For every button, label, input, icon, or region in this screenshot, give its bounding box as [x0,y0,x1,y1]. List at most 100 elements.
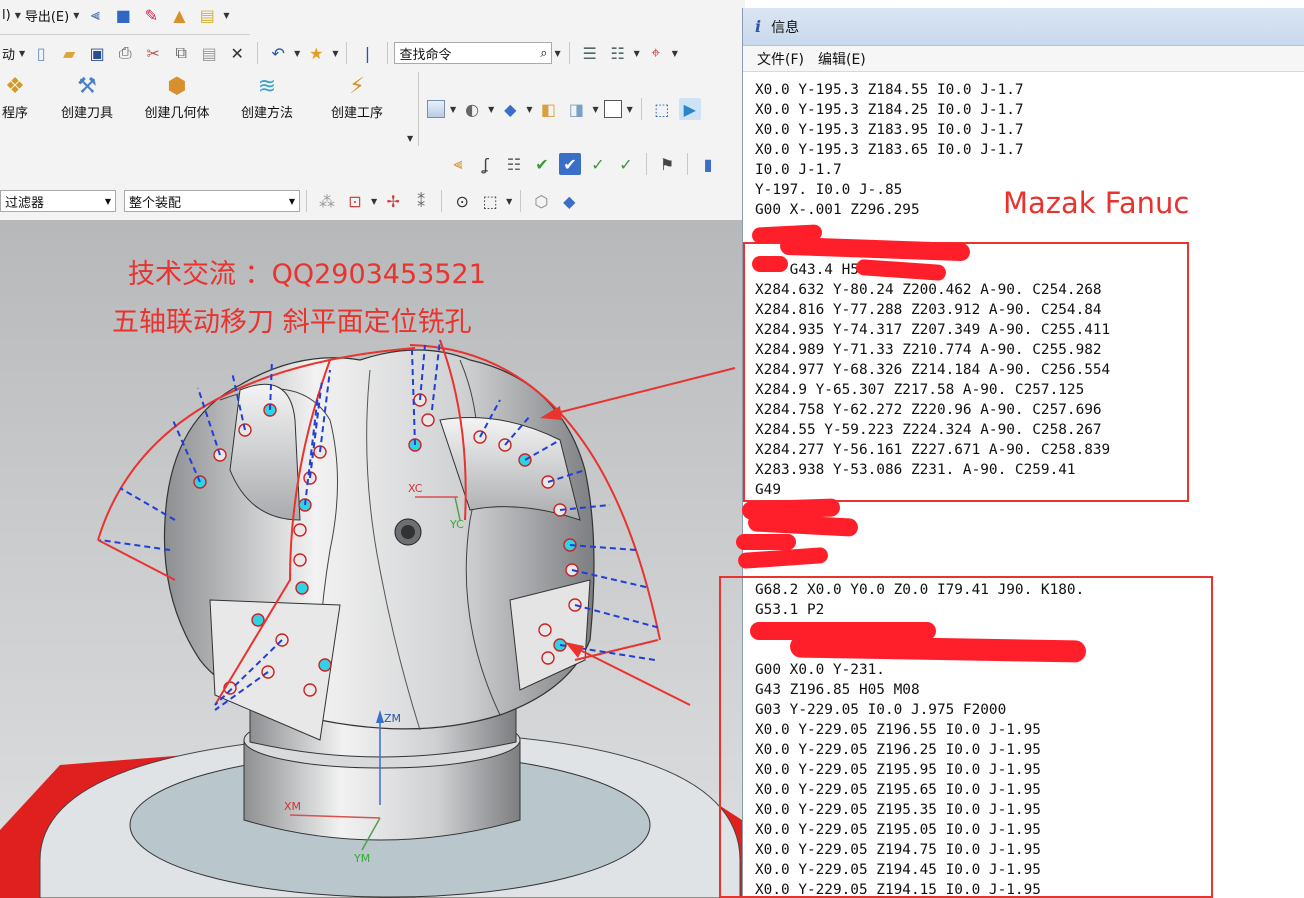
list-op-icon[interactable]: ☷ [503,153,525,175]
chevron-down-icon[interactable]: ▼ [506,197,512,206]
annotation-arrow-top [544,367,736,417]
wcs-icon[interactable]: ⌖ [645,42,667,64]
chevron-down-icon[interactable]: ▼ [554,49,560,58]
shop-doc-icon[interactable]: ▮ [697,153,719,175]
cutter-pocket [251,613,265,627]
create-operation-button[interactable]: ⚡ 创建工序 [312,74,402,121]
chevron-down-icon[interactable]: ▼ [592,105,598,114]
cutter-pocket [541,651,555,665]
operation-icon: ⚡ [349,74,365,99]
create-tool-button[interactable]: ⚒ 创建刀具 [42,74,132,121]
snap-icon[interactable]: ⁂ [316,190,338,212]
path-icon[interactable]: ʆ [475,153,497,175]
type-filter-select[interactable]: 过滤器 ▼ [0,190,116,212]
chevron-down-icon[interactable]: ▼ [19,49,25,58]
copy-icon[interactable]: ⧉ [170,42,192,64]
annotation-contact: 技术交流 ：QQ2903453521 [128,259,486,290]
redaction-scribble [736,534,796,550]
solid-block-icon[interactable]: ■ [112,4,134,26]
mill-op-icon[interactable]: ⫷ [447,153,469,175]
chevron-down-icon[interactable]: ▼ [332,49,338,58]
chevron-down-icon[interactable]: ▼ [627,105,633,114]
chevron-down-icon[interactable]: ▼ [450,105,456,114]
layer-icon[interactable]: ☰ [579,42,601,64]
delete-icon[interactable]: ✕ [226,42,248,64]
nc-code-line: X0.0 Y-195.3 Z183.95 I0.0 J-1.7 [755,122,1024,138]
chevron-down-icon[interactable]: ▼ [15,11,21,20]
orient-view-icon[interactable]: ⬚ [651,98,673,120]
menu-move-partial[interactable]: 动 [0,44,17,63]
snap-end-icon[interactable]: ✢ [382,190,404,212]
create-geometry-button[interactable]: ⬢ 创建几何体 [132,74,222,121]
chevron-down-icon[interactable]: ▼ [371,197,377,206]
solid-view-icon[interactable]: ◆ [558,190,580,212]
chevron-down-icon: ▼ [104,196,111,206]
paste-icon[interactable]: ▤ [198,42,220,64]
chevron-down-icon[interactable]: ▼ [294,49,300,58]
axis-label-zm: ZM [384,712,402,725]
view-cube-icon[interactable]: ⬡ [530,190,552,212]
chevron-down-icon[interactable]: ▼ [407,134,413,143]
section-view-icon[interactable]: ◧ [537,98,559,120]
tool-axis-vector [99,539,171,551]
nc-code-line: X0.0 Y-195.3 Z184.25 I0.0 J-1.7 [755,102,1024,118]
menu-file[interactable]: 文件(F) [757,49,804,69]
rotate-view-icon[interactable]: ◐ [461,98,483,120]
chevron-down-icon[interactable]: ▼ [634,49,640,58]
cutter-pocket [293,523,307,537]
nc-code-line: X0.0 Y-195.3 Z183.65 I0.0 J-1.7 [755,142,1024,158]
info-tool-icon[interactable]: ❘ [356,42,378,64]
part-icon[interactable]: ▲ [168,4,190,26]
assembly-value: 整个装配 [129,195,182,211]
work-layer-icon[interactable]: ▶ [678,98,701,120]
menu-export[interactable]: 导出(E) [23,6,71,25]
save-icon[interactable]: ▣ [86,42,108,64]
layer-settings-icon[interactable]: ☷ [607,42,629,64]
fit-view-icon[interactable] [427,100,445,118]
approve-icon[interactable]: ✓ [615,153,637,175]
new-file-icon[interactable]: ▯ [30,42,52,64]
annotation-arrow-bottom [569,644,691,706]
note-icon[interactable]: ▤ [196,4,218,26]
verify-icon[interactable]: ✔ [531,153,553,175]
select-point-icon[interactable]: ⊡ [344,190,366,212]
info-titlebar[interactable]: i 信息 [743,8,1304,46]
paint-tool-icon[interactable]: ✎ [140,4,162,26]
chevron-down-icon[interactable]: ▼ [672,49,678,58]
snap-mid-icon[interactable]: ⁑ [410,190,432,212]
nc-code-line: Y-197. I0.0 J-.85 [755,182,903,198]
menu-partial[interactable]: l) [0,8,13,23]
search-icon[interactable]: ⌕ [540,46,547,61]
check-tool-icon[interactable]: ✓ [587,153,609,175]
curve-tool-icon[interactable]: ⫷ [84,4,106,26]
circle-select-icon[interactable]: ⊙ [451,190,473,212]
axis-label-xc: XC [408,482,423,495]
code-block-top: X0.0 Y-195.3 Z184.55 I0.0 J-1.7 X0.0 Y-19… [755,80,1024,220]
undo-icon[interactable]: ↶ [267,42,289,64]
chevron-down-icon[interactable]: ▼ [223,11,229,20]
create-operation-label: 创建工序 [330,106,383,121]
print-icon[interactable]: ⎙ [114,42,136,64]
open-folder-icon[interactable]: ▰ [58,42,80,64]
shaded-view-icon[interactable]: ◆ [499,98,521,120]
menu-edit[interactable]: 编辑(E) [818,49,866,69]
chevron-down-icon[interactable]: ▼ [73,11,79,20]
rect-select-icon[interactable]: ⬚ [479,190,501,212]
command-search-input[interactable]: 查找命令 ⌕ [394,42,553,64]
chevron-down-icon[interactable]: ▼ [488,105,494,114]
postprocess-icon[interactable]: ⚑ [656,153,678,175]
nc-code-line: I0.0 J-1.7 [755,162,842,178]
star-tool-icon[interactable]: ★ [305,42,327,64]
verify-box-icon[interactable]: ✔ [559,153,581,175]
cut-icon[interactable]: ✂ [142,42,164,64]
axis-label-xm: XM [284,800,302,813]
chevron-down-icon[interactable]: ▼ [526,105,532,114]
background-icon[interactable] [603,100,622,118]
assembly-select[interactable]: 整个装配 ▼ [124,190,300,212]
create-geometry-label: 创建几何体 [144,106,210,121]
clip-view-icon[interactable]: ◨ [565,98,587,120]
create-tool-label: 创建刀具 [60,106,113,121]
create-method-button[interactable]: ≋ 创建方法 [222,74,312,121]
create-method-label: 创建方法 [240,106,293,121]
controller-label: Mazak Fanuc [1003,186,1190,220]
